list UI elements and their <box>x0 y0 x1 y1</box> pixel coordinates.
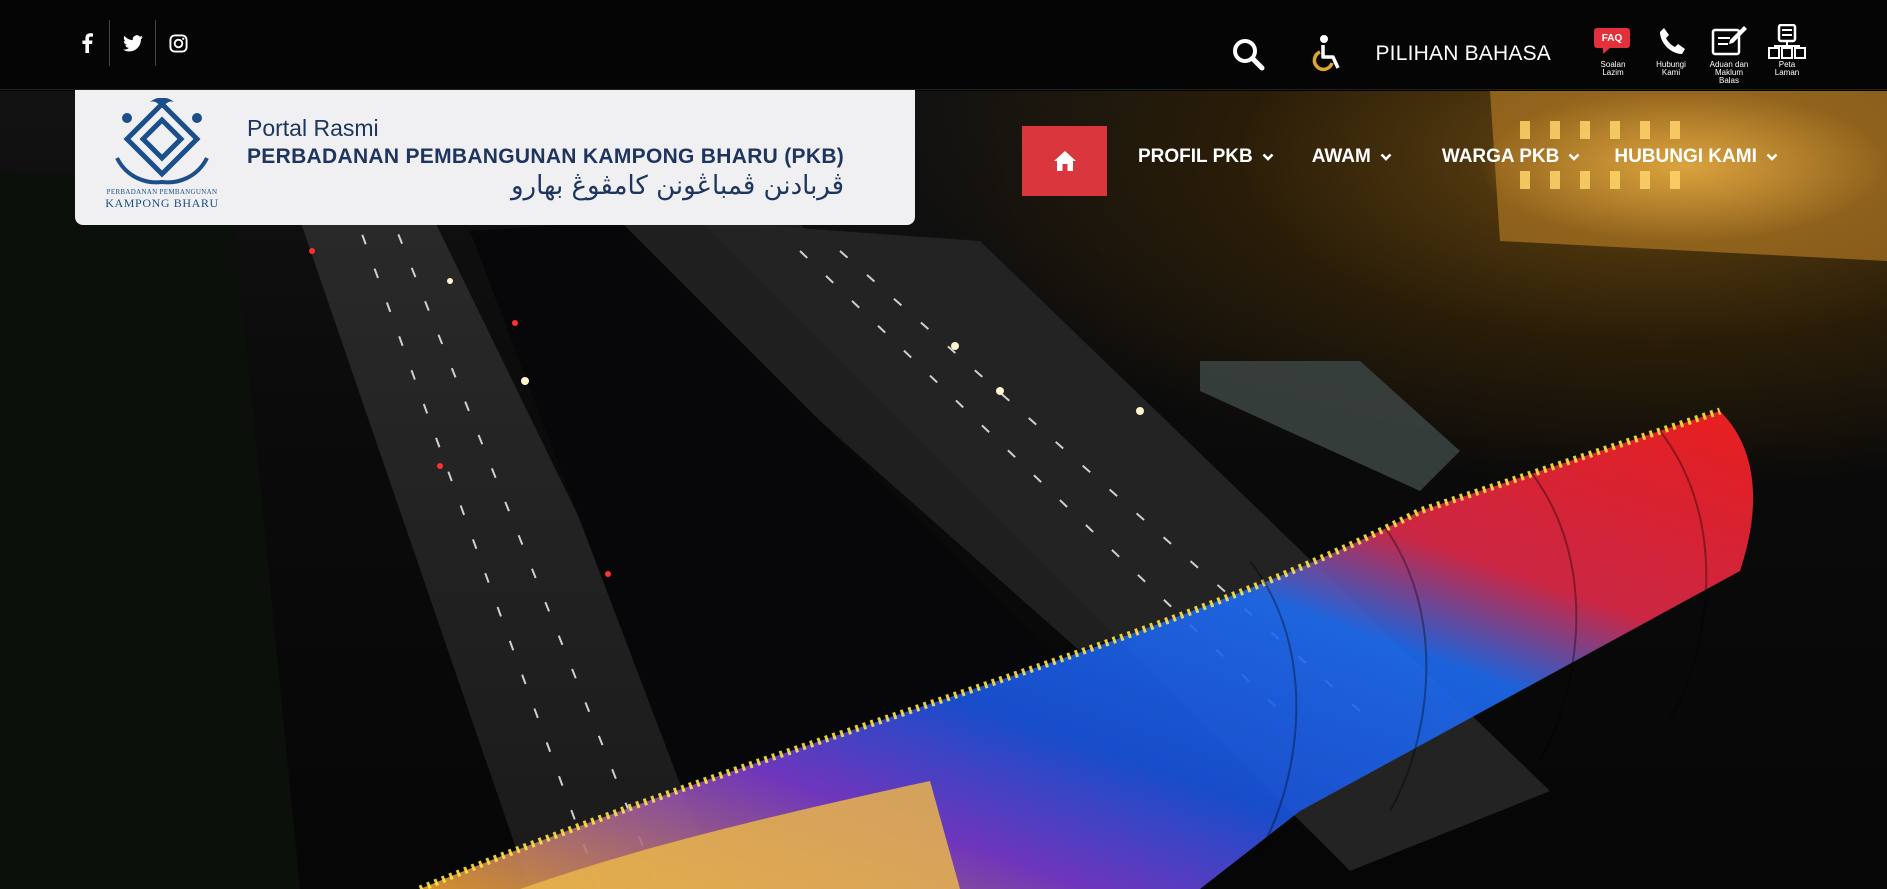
nav-item-warga-pkb[interactable]: WARGA PKB <box>1442 146 1581 168</box>
accessibility-icon[interactable] <box>1309 34 1343 74</box>
quick-link-line: Kami <box>1661 67 1681 77</box>
feedback-link[interactable]: Aduan dan Maklum Balas <box>1705 24 1753 85</box>
chevron-down-icon <box>1568 153 1580 161</box>
portal-label: Portal Rasmi <box>247 114 379 141</box>
organization-name-jawi: ڤربادنن ڤمباڠونن كامڤوڠ بهارو <box>510 170 845 201</box>
nav-item-label: WARGA PKB <box>1441 146 1560 167</box>
twitter-icon[interactable] <box>110 20 155 66</box>
nav-item-profil-pkb[interactable]: PROFIL PKB <box>1138 146 1274 168</box>
social-links <box>64 20 201 66</box>
language-selector[interactable]: PILIHAN BAHASA <box>1375 42 1551 66</box>
logo-text: Portal Rasmi PERBADANAN PEMBANGUNAN KAMP… <box>247 115 844 201</box>
quick-link-label: Aduan dan Maklum Balas <box>1705 60 1753 85</box>
chevron-down-icon <box>1380 153 1392 161</box>
faq-link[interactable]: FAQ Soalan Lazim <box>1589 24 1637 77</box>
utility-bar: PILIHAN BAHASA FAQ Soalan Lazim Hubungi Ka… <box>1231 23 1811 85</box>
faq-icon: FAQ <box>1594 27 1630 54</box>
main-nav: PROFIL PKB AWAM WARGA PKB HUBUNGI KAMI <box>1138 146 1778 168</box>
site-logo[interactable]: PERBADANAN PEMBANGUNAN KAMPONG BHARU Por… <box>75 90 915 225</box>
quick-link-label: Hubungi Kami <box>1656 60 1686 77</box>
chevron-down-icon <box>1766 153 1778 161</box>
quick-link-label: Peta Laman <box>1774 60 1800 77</box>
quick-link-label: Soalan Lazim <box>1601 60 1626 77</box>
nav-item-label: HUBUNGI KAMI <box>1614 146 1757 167</box>
emblem-caption: KAMPONG BHARU <box>105 195 219 210</box>
faq-badge: FAQ <box>1602 33 1623 44</box>
quick-links: FAQ Soalan Lazim Hubungi Kami Aduan dan Mak… <box>1589 23 1811 85</box>
home-icon <box>1053 151 1076 171</box>
emblem-caption-small: PERBADANAN PEMBANGUNAN <box>106 187 218 196</box>
top-bar: PILIHAN BAHASA FAQ Soalan Lazim Hubungi Ka… <box>0 0 1887 90</box>
phone-icon <box>1660 27 1685 54</box>
pkb-logo-icon <box>115 97 209 184</box>
feedback-icon <box>1711 25 1747 55</box>
sitemap-icon <box>1768 23 1806 59</box>
quick-link-line: Laman <box>1774 67 1800 77</box>
instagram-icon[interactable] <box>156 20 201 66</box>
quick-link-line: Lazim <box>1602 67 1624 77</box>
home-button[interactable] <box>1022 126 1107 196</box>
contact-link[interactable]: Hubungi Kami <box>1647 24 1695 77</box>
sitemap-link[interactable]: Peta Laman <box>1763 23 1811 77</box>
chevron-down-icon <box>1262 153 1274 161</box>
nav-item-label: PROFIL PKB <box>1138 146 1253 167</box>
quick-link-line: Maklum Balas <box>1714 67 1743 85</box>
nav-item-awam[interactable]: AWAM <box>1312 146 1392 168</box>
nav-item-label: AWAM <box>1311 146 1371 167</box>
organization-name: PERBADANAN PEMBANGUNAN KAMPONG BHARU (PK… <box>247 144 845 168</box>
pkb-emblem: PERBADANAN PEMBANGUNAN KAMPONG BHARU <box>97 97 227 218</box>
facebook-icon[interactable] <box>64 20 109 66</box>
nav-item-hubungi-kami[interactable]: HUBUNGI KAMI <box>1614 146 1778 168</box>
search-icon[interactable] <box>1231 37 1265 71</box>
